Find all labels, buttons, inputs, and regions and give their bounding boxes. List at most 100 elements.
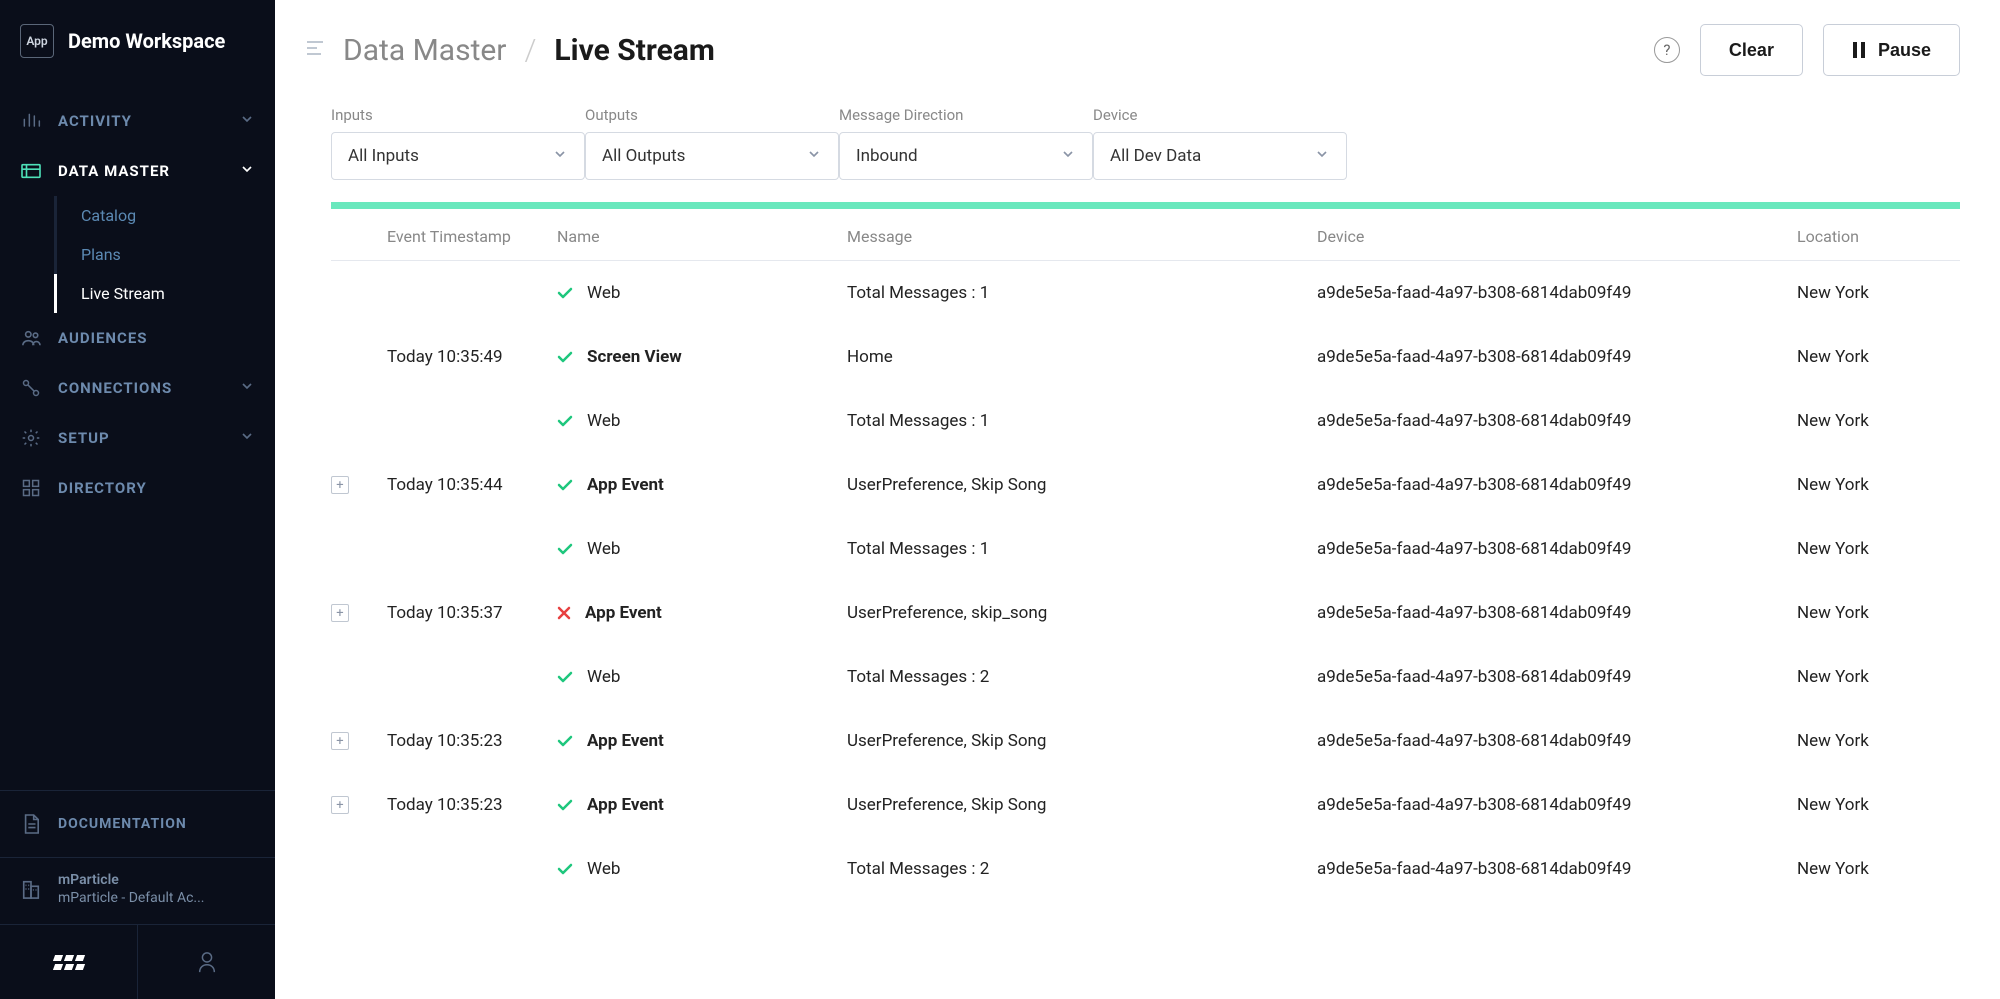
event-name: App Event: [587, 475, 664, 495]
cell-device: a9de5e5a-faad-4a97-b308-6814dab09f49: [1317, 347, 1797, 367]
pause-button[interactable]: Pause: [1823, 24, 1960, 76]
sidebar-bottom: Documentation mParticle mParticle - Defa…: [0, 790, 275, 999]
event-name: Web: [587, 411, 620, 431]
table-row[interactable]: +Today 10:35:23App EventUserPreference, …: [331, 773, 1960, 837]
table-row[interactable]: +Today 10:35:44App EventUserPreference, …: [331, 453, 1960, 517]
workspace-badge: App: [20, 24, 54, 58]
filter-inputs-select[interactable]: All Inputs: [331, 132, 585, 180]
breadcrumb-parent[interactable]: Data Master: [343, 33, 506, 68]
filter-inputs: Inputs All Inputs: [331, 106, 585, 180]
table-row[interactable]: WebTotal Messages : 1a9de5e5a-faad-4a97-…: [331, 517, 1960, 581]
cell-device: a9de5e5a-faad-4a97-b308-6814dab09f49: [1317, 603, 1797, 623]
cell-message: UserPreference, skip_song: [847, 603, 1317, 623]
check-icon: [557, 863, 573, 875]
cell-device: a9de5e5a-faad-4a97-b308-6814dab09f49: [1317, 539, 1797, 559]
user-icon: [196, 950, 218, 974]
nav-data-master[interactable]: Data Master: [0, 146, 275, 196]
cell-device: a9de5e5a-faad-4a97-b308-6814dab09f49: [1317, 795, 1797, 815]
event-name: Web: [587, 667, 620, 687]
table-row[interactable]: WebTotal Messages : 2a9de5e5a-faad-4a97-…: [331, 645, 1960, 709]
subnav-plans[interactable]: Plans: [54, 235, 275, 274]
subnav-catalog[interactable]: Catalog: [54, 196, 275, 235]
user-button[interactable]: [138, 925, 275, 999]
sidebar-footer: [0, 925, 275, 999]
subnav-live-stream[interactable]: Live Stream: [54, 274, 275, 313]
table-row[interactable]: +Today 10:35:23App EventUserPreference, …: [331, 709, 1960, 773]
account-name: mParticle - Default Ac...: [58, 890, 205, 906]
cell-message: Total Messages : 1: [847, 411, 1317, 431]
cell-device: a9de5e5a-faad-4a97-b308-6814dab09f49: [1317, 667, 1797, 687]
account-switcher[interactable]: mParticle mParticle - Default Ac...: [0, 858, 275, 925]
table-row[interactable]: +Today 10:35:37App EventUserPreference, …: [331, 581, 1960, 645]
chevron-down-icon: [239, 428, 255, 448]
activity-icon: [20, 110, 42, 132]
filter-device-select[interactable]: All Dev Data: [1093, 132, 1347, 180]
cell-name: Web: [557, 283, 847, 303]
check-icon: [557, 287, 573, 299]
table-row[interactable]: Web Total Messages : 1a9de5e5a-faad-4a97-…: [331, 389, 1960, 453]
expand-button[interactable]: +: [331, 796, 349, 814]
filter-outputs-select[interactable]: All Outputs: [585, 132, 839, 180]
cell-location: New York: [1797, 603, 1960, 623]
table-row[interactable]: WebTotal Messages : 2a9de5e5a-faad-4a97-…: [331, 837, 1960, 901]
filter-direction-label: Message Direction: [839, 106, 1093, 124]
nav-audiences[interactable]: Audiences: [0, 313, 275, 363]
clear-button[interactable]: Clear: [1700, 24, 1803, 76]
cell-location: New York: [1797, 859, 1960, 879]
cell-name: Screen View: [557, 347, 847, 367]
breadcrumb-icon: [305, 39, 325, 61]
page-title: Live Stream: [554, 33, 714, 68]
nav-directory-label: Directory: [58, 479, 255, 497]
event-name: Web: [587, 283, 620, 303]
workspace-name: Demo Workspace: [68, 29, 225, 53]
nav-activity[interactable]: Activity: [0, 96, 275, 146]
cell-name: App Event: [557, 603, 847, 623]
chevron-down-icon: [239, 161, 255, 181]
cell-message: UserPreference, Skip Song: [847, 475, 1317, 495]
filter-direction-value: Inbound: [856, 146, 918, 166]
cell-timestamp: Today 10:35:49: [387, 347, 557, 367]
workspace-header[interactable]: App Demo Workspace: [0, 0, 275, 82]
table-header: Event Timestamp Name Message Device Loca…: [331, 209, 1960, 261]
event-name: Screen View: [587, 347, 682, 367]
cell-message: Home: [847, 347, 1317, 367]
table-row[interactable]: Today 10:35:49 Screen View Homea9de5e5a-fa…: [331, 325, 1960, 389]
cell-device: a9de5e5a-faad-4a97-b308-6814dab09f49: [1317, 731, 1797, 751]
filter-outputs-label: Outputs: [585, 106, 839, 124]
connections-icon: [20, 377, 42, 399]
documentation-label: Documentation: [58, 816, 255, 832]
chevron-down-icon: [239, 111, 255, 131]
nav-audiences-label: Audiences: [58, 329, 255, 347]
check-icon: [557, 415, 573, 427]
cell-location: New York: [1797, 475, 1960, 495]
expand-button[interactable]: +: [331, 604, 349, 622]
event-name: Web: [587, 859, 620, 879]
chevron-down-icon: [239, 378, 255, 398]
filter-direction: Message Direction Inbound: [839, 106, 1093, 180]
th-timestamp: Event Timestamp: [387, 227, 557, 246]
expand-button[interactable]: +: [331, 732, 349, 750]
nav-directory[interactable]: Directory: [0, 463, 275, 513]
logo-button[interactable]: [0, 925, 138, 999]
check-icon: [557, 799, 573, 811]
table-row[interactable]: WebTotal Messages : 1a9de5e5a-faad-4a97-…: [331, 261, 1960, 325]
cell-device: a9de5e5a-faad-4a97-b308-6814dab09f49: [1317, 411, 1797, 431]
nav-setup-label: Setup: [58, 429, 223, 447]
gear-icon: [20, 427, 42, 449]
expand-button[interactable]: +: [331, 476, 349, 494]
account-org: mParticle: [58, 872, 205, 888]
cell-timestamp: Today 10:35:23: [387, 731, 557, 751]
nav-setup[interactable]: Setup: [0, 413, 275, 463]
help-button[interactable]: ?: [1654, 37, 1680, 63]
th-message: Message: [847, 227, 1317, 246]
account-text: mParticle mParticle - Default Ac...: [58, 872, 205, 906]
filter-direction-select[interactable]: Inbound: [839, 132, 1093, 180]
cell-location: New York: [1797, 411, 1960, 431]
nav-connections[interactable]: Connections: [0, 363, 275, 413]
cell-device: a9de5e5a-faad-4a97-b308-6814dab09f49: [1317, 283, 1797, 303]
filter-device: Device All Dev Data: [1093, 106, 1347, 180]
documentation-link[interactable]: Documentation: [0, 791, 275, 858]
cell-name: Web: [557, 667, 847, 687]
cell-location: New York: [1797, 283, 1960, 303]
primary-nav: Activity Data Master Catalog Plans Live …: [0, 82, 275, 790]
